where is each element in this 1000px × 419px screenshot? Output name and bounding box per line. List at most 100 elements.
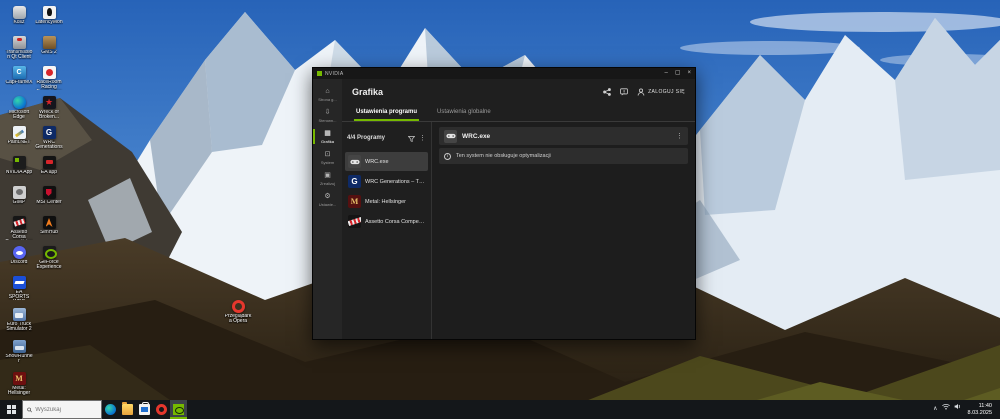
taskbar-app-store[interactable]: [136, 400, 153, 419]
msi-icon: [43, 186, 56, 199]
metal-hellsinger-icon: M: [13, 372, 26, 385]
desktop-icon-label: GMS 2: [35, 50, 63, 55]
gamepad-icon: [348, 155, 361, 168]
edge-icon: [13, 96, 26, 109]
desktop-icon-simhub[interactable]: SimHub: [35, 216, 63, 235]
desktop-icon-gms2[interactable]: GMS 2: [35, 36, 63, 55]
desktop-icon-label: LatencyMon: [35, 20, 63, 25]
home-icon: ⌂: [313, 88, 342, 96]
page-title: Grafika: [352, 87, 383, 97]
optimization-notice: i Ten system nie obsługuje optymalizacji: [439, 148, 688, 164]
gamepad-icon: [444, 130, 457, 143]
desktop-icon-label: NVIDIA App: [5, 170, 33, 175]
program-list-header: 4/4 Programy ⋮: [345, 127, 428, 152]
clock-date: 8.03.2025: [968, 410, 992, 417]
desktop-icon-label: Metal: Hellsinger: [5, 386, 33, 396]
tab-global-settings[interactable]: Ustawienia globalne: [435, 105, 493, 121]
settings-icon: ⚙: [313, 193, 342, 201]
store-icon: [139, 404, 150, 415]
desktop-icon-opera[interactable]: Przeglądarka Opera: [224, 300, 252, 324]
desktop-icon-recycle-bin[interactable]: Kosz: [5, 6, 33, 25]
capframex-icon: C: [13, 66, 26, 79]
desktop-icon-red-star-game[interactable]: ★Wreck of Broken...: [35, 96, 63, 120]
wrc-generations-icon: G: [43, 126, 56, 139]
desktop-icon-paint[interactable]: Paint.NET: [5, 126, 33, 145]
sidebar-item-redeem[interactable]: ▣ Zrealizuj: [313, 169, 342, 188]
program-list-panel: 4/4 Programy ⋮ WRC.exe: [342, 122, 432, 339]
taskbar-clock[interactable]: 11:40 8.03.2025: [966, 403, 996, 416]
start-button[interactable]: [0, 400, 22, 419]
raceroom-icon: [43, 66, 56, 79]
list-menu-icon[interactable]: ⋮: [419, 135, 426, 142]
close-button[interactable]: ×: [687, 68, 691, 79]
desktop-icon-acc[interactable]: Assetto Corsa Competizione: [5, 216, 33, 240]
taskbar-app-explorer[interactable]: [119, 400, 136, 419]
program-item-wrc-exe[interactable]: WRC.exe: [345, 152, 428, 171]
desktop-icon-ea-wrc[interactable]: EA SPORTS WRC: [5, 276, 33, 300]
taskbar-apps: [102, 400, 187, 419]
filter-icon[interactable]: [408, 129, 415, 147]
taskbar-app-edge[interactable]: [102, 400, 119, 419]
minimize-button[interactable]: –: [664, 68, 667, 79]
program-item-wrc-generations[interactable]: G WRC Generations – The FIA W...: [345, 172, 428, 191]
edge-icon: [105, 404, 116, 415]
sidebar-item-settings[interactable]: ⚙ Ustawie...: [313, 190, 342, 209]
graphics-content: 4/4 Programy ⋮ WRC.exe: [342, 122, 695, 339]
volume-icon[interactable]: [954, 400, 962, 419]
desktop-icon-discord[interactable]: Discord: [5, 246, 33, 265]
network-icon[interactable]: [942, 400, 950, 419]
program-item-assetto-corsa[interactable]: Assetto Corsa Competizione: [345, 212, 428, 231]
program-detail-panel: WRC.exe ⋮ i Ten system nie obsługuje opt…: [432, 122, 695, 339]
desktop-icon-nvidia-app[interactable]: NVIDIA App: [5, 156, 33, 175]
desktop-icon-geforce[interactable]: GeForce Experience: [35, 246, 63, 270]
share-icon[interactable]: [603, 88, 611, 96]
sidebar-item-home[interactable]: ⌂ Strona g...: [313, 85, 342, 104]
taskbar-app-opera[interactable]: [153, 400, 170, 419]
taskbar-app-nvidia[interactable]: [170, 400, 187, 419]
desktop-icon-ets2[interactable]: Euro Truck Simulator 2: [5, 308, 33, 332]
desktop-icon-raceroom[interactable]: RaceRoom Racing Experience: [35, 66, 63, 90]
desktop-icon-metal-hellsinger[interactable]: MMetal: Hellsinger: [5, 372, 33, 396]
desktop-icon-label: MSI Center: [35, 200, 63, 205]
desktop-icon-label: Przeglądarka Opera: [224, 314, 252, 324]
desktop-icon-label: Kosz: [5, 20, 33, 25]
desktop-icon-label: RaceRoom Racing Experience: [35, 80, 63, 90]
search-icon: [27, 407, 32, 413]
login-button[interactable]: ZALOGUJ SIĘ: [637, 88, 685, 96]
info-icon: i: [444, 153, 451, 160]
desktop-icon-edge[interactable]: Microsoft Edge: [5, 96, 33, 120]
desktop-icon-latencymon[interactable]: LatencyMon: [35, 6, 63, 25]
desktop-icon-label: EA app: [35, 170, 63, 175]
notice-text: Ten system nie obsługuje optymalizacji: [456, 153, 551, 159]
simhub-icon: [43, 216, 56, 229]
assetto-corsa-icon: [348, 215, 361, 228]
window-controls: – ▢ ×: [664, 68, 691, 79]
feedback-icon[interactable]: [620, 88, 628, 96]
window-body: ⌂ Strona g... ⇩ Sterown... ▦ Grafika ⊡ S…: [313, 79, 695, 339]
sidebar-item-drivers[interactable]: ⇩ Sterown...: [313, 106, 342, 125]
desktop-icon-transmission[interactable]: Transmission Qt Client: [5, 36, 33, 60]
tab-program-settings[interactable]: Ustawienia programu: [354, 105, 419, 121]
maximize-button[interactable]: ▢: [675, 68, 681, 79]
sidebar-item-system[interactable]: ⊡ System: [313, 148, 342, 167]
desktop-icon-snowrunner[interactable]: SnowRunner: [5, 340, 33, 364]
desktop-icon-gimp[interactable]: GIMP: [5, 186, 33, 205]
detail-menu-icon[interactable]: ⋮: [676, 133, 683, 140]
taskbar-search[interactable]: [22, 400, 102, 419]
desktop-icon-wrc-generations[interactable]: GWRC Generations: [35, 126, 63, 150]
hidden-icons-chevron-icon[interactable]: ∧: [933, 400, 937, 419]
opera-icon: [156, 404, 167, 415]
search-input[interactable]: [35, 407, 97, 413]
program-item-metal-hellsinger[interactable]: M Metal: Hellsinger: [345, 192, 428, 211]
explorer-icon: [122, 404, 133, 415]
desktop: KoszLatencyMon Transmission Qt ClientGMS …: [0, 0, 1000, 419]
desktop-icon-ea[interactable]: EA app: [35, 156, 63, 175]
desktop-icon-msi[interactable]: MSI Center: [35, 186, 63, 205]
sidebar-item-graphics[interactable]: ▦ Grafika: [313, 127, 342, 146]
red-star-game-icon: ★: [43, 96, 56, 109]
window-titlebar[interactable]: NVIDIA – ▢ ×: [313, 68, 695, 79]
desktop-icon-capframex[interactable]: CCapFrameX: [5, 66, 33, 85]
windows-logo-icon: [7, 405, 16, 414]
graphics-icon: ▦: [313, 130, 342, 138]
transmission-icon: [13, 36, 26, 49]
